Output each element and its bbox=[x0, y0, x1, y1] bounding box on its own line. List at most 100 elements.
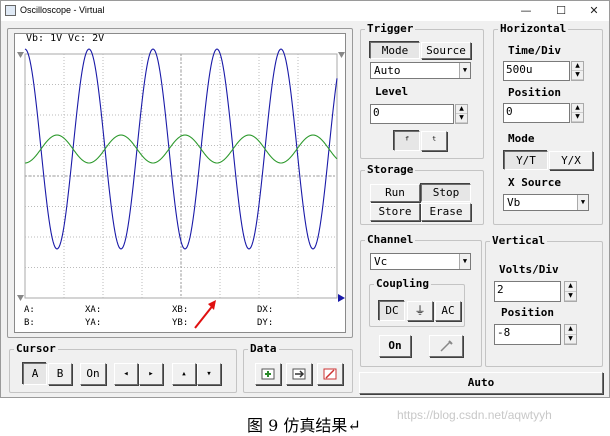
channel-value: Vc bbox=[374, 255, 388, 268]
horizontal-position-label: Position bbox=[508, 86, 561, 99]
horizontal-position-input[interactable]: 0 bbox=[503, 103, 570, 123]
mode-yx-button[interactable]: Y/X bbox=[549, 151, 593, 170]
readout-dy: DY: bbox=[257, 318, 274, 328]
data-import-button[interactable] bbox=[255, 363, 281, 385]
vb-scale-label: Vb: 1V bbox=[26, 33, 63, 44]
cursor-right-button[interactable]: ▸ bbox=[139, 363, 163, 385]
vertical-group: Vertical bbox=[485, 234, 603, 367]
spin-down-icon[interactable]: ▼ bbox=[565, 292, 576, 301]
app-icon bbox=[5, 5, 16, 16]
spin-up-icon[interactable]: ▲ bbox=[565, 325, 576, 335]
readout-dx: DX: bbox=[257, 305, 274, 315]
trigger-rising-edge-button[interactable]: ᶠ bbox=[394, 131, 420, 151]
trigger-mode-button[interactable]: Mode bbox=[370, 42, 420, 59]
spin-down-icon[interactable]: ▼ bbox=[565, 335, 576, 344]
spin-up-icon[interactable]: ▲ bbox=[456, 105, 467, 114]
probe-icon bbox=[440, 340, 453, 352]
horizontal-mode-label: Mode bbox=[508, 132, 535, 145]
x-source-value: Vb bbox=[507, 196, 521, 209]
vertical-position-label: Position bbox=[501, 306, 554, 319]
cursor-on-button[interactable]: On bbox=[80, 363, 106, 385]
cursor-up-button[interactable]: ▴ bbox=[172, 363, 196, 385]
horizontal-position-spinner[interactable]: ▲ ▼ bbox=[571, 103, 584, 123]
storage-group-title: Storage bbox=[365, 163, 416, 176]
cursor-left-button[interactable]: ◂ bbox=[114, 363, 138, 385]
data-group-title: Data bbox=[248, 342, 279, 355]
auto-button[interactable]: Auto bbox=[359, 372, 603, 394]
volts-div-input[interactable]: 2 bbox=[494, 281, 561, 302]
readout-xa: XA: bbox=[85, 305, 102, 315]
maximize-icon[interactable]: ☐ bbox=[546, 1, 576, 21]
trigger-mode-value: Auto bbox=[374, 64, 401, 77]
cursor-down-button[interactable]: ▾ bbox=[197, 363, 221, 385]
storage-store-button[interactable]: Store bbox=[370, 203, 420, 221]
cursor-a-marker-icon bbox=[17, 52, 24, 58]
vertical-group-title: Vertical bbox=[490, 234, 547, 247]
time-div-input[interactable]: 500u bbox=[503, 61, 570, 81]
trigger-level-spinner[interactable]: ▲ ▼ bbox=[455, 104, 468, 124]
title-bar: Oscilloscope - Virtual — ☐ ✕ bbox=[1, 1, 609, 21]
spin-up-icon[interactable]: ▲ bbox=[572, 62, 583, 71]
channel-group-title: Channel bbox=[365, 233, 416, 246]
spin-down-icon[interactable]: ▼ bbox=[456, 114, 467, 123]
x-source-select[interactable]: Vb ▼ bbox=[503, 194, 589, 211]
figure-caption: 图 9 仿真结果↵ bbox=[247, 416, 361, 435]
chevron-down-icon[interactable]: ▼ bbox=[577, 195, 588, 210]
export-icon bbox=[292, 368, 306, 380]
annotation-arrow bbox=[194, 303, 215, 329]
cursor-a-bottom-marker-icon bbox=[17, 295, 24, 301]
cursor-b-button[interactable]: B bbox=[48, 363, 72, 385]
close-icon[interactable]: ✕ bbox=[579, 1, 609, 21]
spin-up-icon[interactable]: ▲ bbox=[572, 104, 583, 113]
time-div-spinner[interactable]: ▲ ▼ bbox=[571, 61, 584, 81]
spin-up-icon[interactable]: ▲ bbox=[565, 282, 576, 292]
data-clear-button[interactable] bbox=[317, 363, 343, 385]
channel-select[interactable]: Vc ▼ bbox=[370, 253, 471, 270]
spin-down-icon[interactable]: ▼ bbox=[572, 71, 583, 80]
coupling-dc-button[interactable]: DC bbox=[379, 301, 405, 321]
channel-probe-button[interactable] bbox=[429, 335, 463, 357]
spin-down-icon[interactable]: ▼ bbox=[572, 113, 583, 122]
storage-stop-button[interactable]: Stop bbox=[421, 184, 471, 202]
trigger-group-title: Trigger bbox=[365, 22, 416, 35]
vertical-position-spinner[interactable]: ▲ ▼ bbox=[564, 324, 577, 345]
trigger-level-label: Level bbox=[375, 85, 409, 98]
coupling-ground-button[interactable]: ⏚ bbox=[407, 301, 433, 321]
trigger-falling-edge-button[interactable]: ᵗ bbox=[421, 131, 447, 151]
minimize-icon[interactable]: — bbox=[511, 1, 541, 21]
mode-yt-button[interactable]: Y/T bbox=[504, 151, 548, 170]
scope-screen: Vb: 1V Vc: 2V A: B: XA: YA: XB: YB: DX: … bbox=[14, 33, 346, 333]
storage-erase-button[interactable]: Erase bbox=[421, 203, 471, 221]
x-source-label: X Source bbox=[508, 176, 561, 189]
trigger-source-button[interactable]: Source bbox=[421, 42, 471, 59]
trigger-level-marker-icon bbox=[338, 294, 345, 302]
trigger-level-input[interactable]: 0 bbox=[370, 104, 454, 124]
window-title: Oscilloscope - Virtual bbox=[20, 5, 105, 15]
readout-ya: YA: bbox=[85, 318, 102, 328]
vc-scale-label: Vc: 2V bbox=[68, 33, 105, 44]
storage-run-button[interactable]: Run bbox=[370, 184, 420, 202]
volts-div-spinner[interactable]: ▲ ▼ bbox=[564, 281, 577, 302]
watermark: https://blog.csdn.net/aqwtyyh bbox=[397, 408, 552, 422]
import-icon bbox=[261, 368, 275, 380]
cursor-group-title: Cursor bbox=[14, 342, 58, 355]
cursor-b-marker-icon bbox=[338, 52, 345, 58]
time-div-label: Time/Div bbox=[508, 44, 561, 57]
readout-b: B: bbox=[24, 318, 35, 328]
channel-on-button[interactable]: On bbox=[379, 335, 411, 357]
data-export-button[interactable] bbox=[286, 363, 312, 385]
readout-yb: YB: bbox=[172, 318, 189, 328]
cursor-a-button[interactable]: A bbox=[23, 363, 47, 385]
volts-div-label: Volts/Div bbox=[499, 263, 559, 276]
readout-xb: XB: bbox=[172, 305, 189, 315]
scope-display bbox=[17, 48, 345, 329]
horizontal-group-title: Horizontal bbox=[498, 22, 569, 35]
coupling-ac-button[interactable]: AC bbox=[435, 301, 461, 321]
chevron-down-icon[interactable]: ▼ bbox=[459, 63, 470, 78]
readout-a: A: bbox=[24, 305, 35, 315]
trigger-mode-select[interactable]: Auto ▼ bbox=[370, 62, 471, 79]
coupling-group-title: Coupling bbox=[374, 277, 431, 290]
clear-icon bbox=[323, 368, 337, 380]
vertical-position-input[interactable]: -8 bbox=[494, 324, 561, 345]
chevron-down-icon[interactable]: ▼ bbox=[459, 254, 470, 269]
